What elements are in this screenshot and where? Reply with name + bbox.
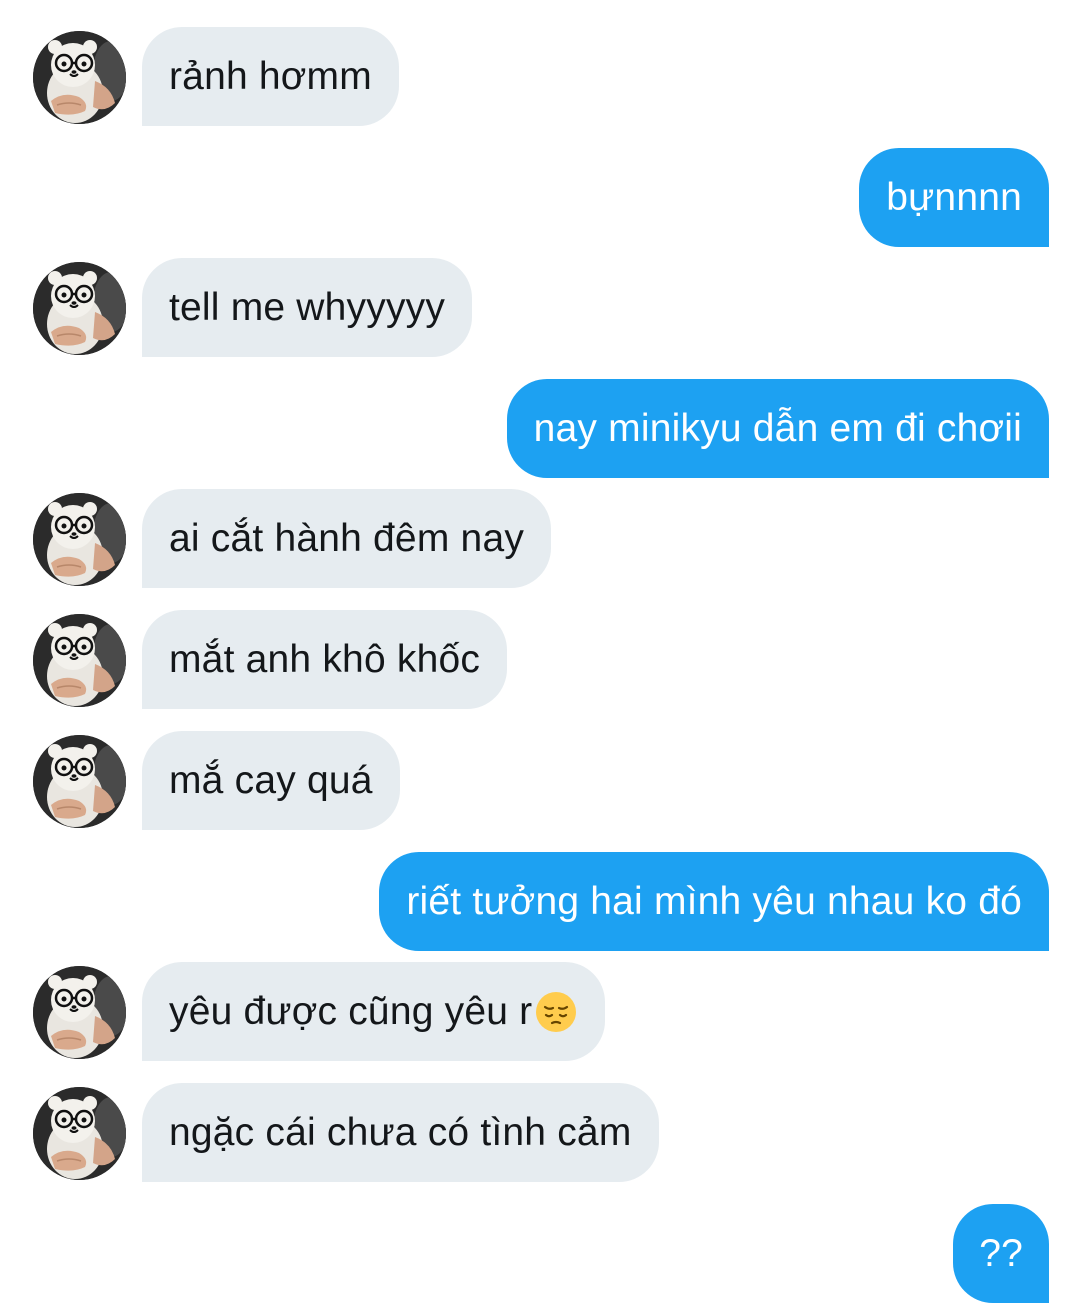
bear-with-glasses-avatar[interactable] bbox=[33, 1087, 126, 1180]
outgoing-message-bubble[interactable]: bựnnnn bbox=[859, 148, 1049, 247]
outgoing-message-bubble[interactable]: riết tưởng hai mình yêu nhau ko đó bbox=[379, 852, 1049, 951]
incoming-message-bubble[interactable]: tell me whyyyyy bbox=[142, 258, 473, 357]
message-text: ?? bbox=[979, 1231, 1023, 1275]
message-text: rảnh hơmm bbox=[169, 54, 372, 98]
message-text: mắt anh khô khốc bbox=[169, 637, 481, 681]
message-text: mắ cay quá bbox=[169, 758, 373, 802]
outgoing-message-bubble[interactable]: ?? bbox=[953, 1204, 1049, 1303]
incoming-message-bubble[interactable]: mắ cay quá bbox=[142, 731, 400, 830]
bear-with-glasses-avatar[interactable] bbox=[33, 735, 126, 828]
bear-with-glasses-avatar[interactable] bbox=[33, 262, 126, 355]
bear-with-glasses-avatar[interactable] bbox=[33, 614, 126, 707]
incoming-message-bubble[interactable]: ai cắt hành đêm nay bbox=[142, 489, 552, 588]
message-text: tell me whyyyyy bbox=[169, 285, 446, 329]
message-text: ai cắt hành đêm nay bbox=[169, 516, 525, 560]
incoming-message-bubble[interactable]: mắt anh khô khốc bbox=[142, 610, 508, 709]
message-text: yêu được cũng yêu r bbox=[169, 989, 533, 1033]
message-text: nay minikyu dẫn em đi chơii bbox=[533, 406, 1022, 450]
bear-with-glasses-avatar[interactable] bbox=[33, 966, 126, 1059]
message-text: bựnnnn bbox=[886, 175, 1022, 219]
message-text: riết tưởng hai mình yêu nhau ko đó bbox=[406, 879, 1022, 923]
bear-with-glasses-avatar[interactable] bbox=[33, 31, 126, 124]
pensive-face-emoji bbox=[534, 990, 578, 1034]
bear-with-glasses-avatar[interactable] bbox=[33, 493, 126, 586]
incoming-message-bubble[interactable]: yêu được cũng yêu r bbox=[142, 962, 606, 1061]
message-text: ngặc cái chưa có tình cảm bbox=[169, 1110, 632, 1154]
incoming-message-bubble[interactable]: ngặc cái chưa có tình cảm bbox=[142, 1083, 659, 1182]
outgoing-message-bubble[interactable]: nay minikyu dẫn em đi chơii bbox=[506, 379, 1049, 478]
incoming-message-bubble[interactable]: rảnh hơmm bbox=[142, 27, 399, 126]
